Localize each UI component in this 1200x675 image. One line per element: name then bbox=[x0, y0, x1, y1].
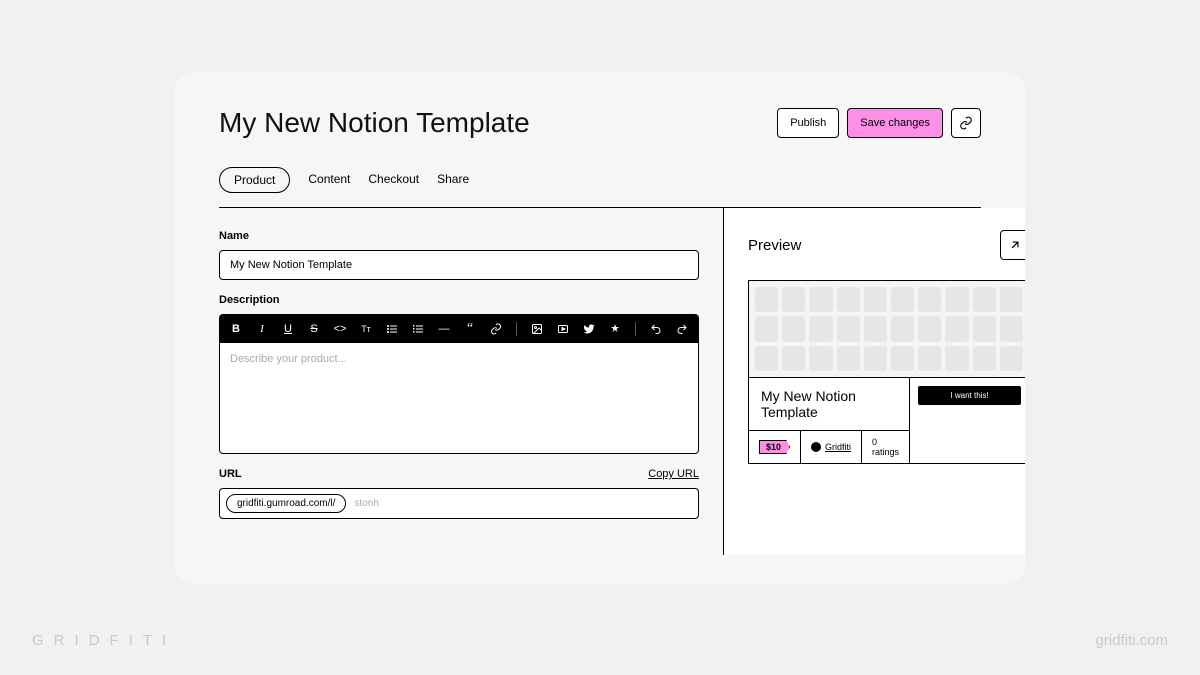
quote-icon[interactable]: “ bbox=[462, 321, 478, 337]
preview-author: Gridfiti bbox=[801, 431, 862, 463]
publish-button[interactable]: Publish bbox=[777, 108, 839, 138]
preview-panel: Preview My New N bbox=[724, 208, 1025, 555]
italic-icon[interactable]: I bbox=[254, 323, 270, 335]
arrow-up-right-icon bbox=[1008, 238, 1022, 252]
bullet-list-icon[interactable] bbox=[384, 323, 400, 335]
url-slug: stonh bbox=[354, 498, 378, 509]
name-label: Name bbox=[219, 230, 699, 242]
preview-ratings: 0 ratings bbox=[862, 431, 909, 463]
strikethrough-icon[interactable]: S bbox=[306, 323, 322, 335]
preview-side: I want this! bbox=[909, 378, 1025, 463]
underline-icon[interactable]: U bbox=[280, 323, 296, 335]
price-tag: $10 bbox=[759, 440, 790, 454]
twitter-icon[interactable] bbox=[581, 323, 597, 335]
preview-main: My New Notion Template $10 Gridfiti 0 ra… bbox=[749, 378, 909, 463]
watermark-brand: GRIDFITI bbox=[32, 632, 176, 649]
copy-url-link[interactable]: Copy URL bbox=[648, 468, 699, 480]
description-editor: B I U S <> Tт ― “ bbox=[219, 314, 699, 454]
editor-toolbar: B I U S <> Tт ― “ bbox=[220, 315, 698, 343]
link-icon bbox=[959, 116, 973, 130]
url-field: URL Copy URL gridfiti.gumroad.com/l/ sto… bbox=[219, 468, 699, 519]
preview-meta: $10 Gridfiti 0 ratings bbox=[749, 431, 909, 463]
description-field: Description B I U S <> Tт bbox=[219, 294, 699, 454]
save-changes-button[interactable]: Save changes bbox=[847, 108, 943, 138]
bold-icon[interactable]: B bbox=[228, 323, 244, 335]
expand-preview-button[interactable] bbox=[1000, 230, 1025, 260]
url-base-pill: gridfiti.gumroad.com/l/ bbox=[226, 494, 346, 513]
page-title: My New Notion Template bbox=[219, 107, 530, 139]
more-icon[interactable] bbox=[607, 323, 623, 335]
code-icon[interactable]: <> bbox=[332, 323, 348, 335]
editor-card: My New Notion Template Publish Save chan… bbox=[175, 73, 1025, 583]
redo-icon[interactable] bbox=[674, 323, 690, 335]
header-actions: Publish Save changes bbox=[777, 108, 981, 138]
url-input[interactable]: gridfiti.gumroad.com/l/ stonh bbox=[219, 488, 699, 519]
tabs: Product Content Checkout Share bbox=[219, 167, 981, 193]
tab-product[interactable]: Product bbox=[219, 167, 290, 193]
text-size-icon[interactable]: Tт bbox=[358, 324, 374, 334]
tab-checkout[interactable]: Checkout bbox=[368, 167, 419, 193]
preview-cover-placeholder bbox=[749, 281, 1025, 377]
form-panel: Name Description B I U S <> Tт bbox=[219, 208, 724, 555]
embed-icon[interactable] bbox=[555, 323, 571, 335]
header: My New Notion Template Publish Save chan… bbox=[175, 73, 1025, 193]
name-input[interactable] bbox=[219, 250, 699, 280]
preview-product-title: My New Notion Template bbox=[749, 378, 909, 431]
url-label: URL bbox=[219, 468, 242, 480]
name-field: Name bbox=[219, 230, 699, 280]
image-icon[interactable] bbox=[529, 323, 545, 335]
preview-price: $10 bbox=[749, 431, 801, 463]
preview-card: My New Notion Template $10 Gridfiti 0 ra… bbox=[748, 280, 1025, 464]
toolbar-separator bbox=[516, 322, 517, 336]
tab-share[interactable]: Share bbox=[437, 167, 469, 193]
panels: Name Description B I U S <> Tт bbox=[219, 208, 981, 555]
undo-icon[interactable] bbox=[648, 323, 664, 335]
description-label: Description bbox=[219, 294, 699, 306]
buy-button[interactable]: I want this! bbox=[918, 386, 1021, 405]
watermark-url: gridfiti.com bbox=[1095, 632, 1168, 649]
ordered-list-icon[interactable] bbox=[410, 323, 426, 335]
link-tool-icon[interactable] bbox=[488, 323, 504, 335]
author-name: Gridfiti bbox=[825, 442, 851, 452]
toolbar-separator-2 bbox=[635, 322, 636, 336]
avatar-icon bbox=[811, 442, 821, 452]
tab-content[interactable]: Content bbox=[308, 167, 350, 193]
hr-icon[interactable]: ― bbox=[436, 323, 452, 335]
description-textarea[interactable]: Describe your product... bbox=[220, 343, 698, 453]
preview-heading: Preview bbox=[748, 237, 801, 254]
copy-link-button[interactable] bbox=[951, 108, 981, 138]
